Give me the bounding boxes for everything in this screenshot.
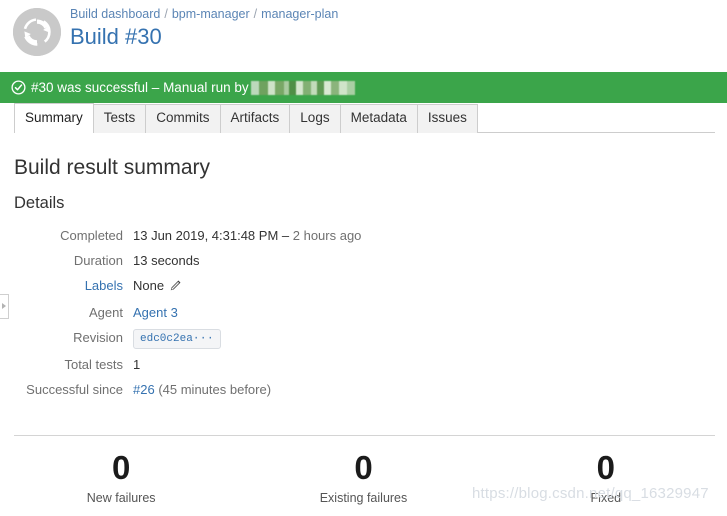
breadcrumb-item-bpm-manager[interactable]: bpm-manager (172, 7, 250, 21)
tab-logs[interactable]: Logs (289, 104, 341, 133)
tab-tests[interactable]: Tests (92, 104, 147, 133)
stat-value-new-failures: 0 (111, 449, 131, 486)
build-status-banner: #30 was successful – Manual run by (0, 72, 727, 103)
detail-value-successful-since: #26 (45 minutes before) (133, 381, 271, 399)
successful-since-suffix: (45 minutes before) (158, 382, 272, 397)
stat-new-failures: 0 New failures (0, 449, 242, 506)
tab-commits[interactable]: Commits (145, 104, 221, 133)
detail-value-total-tests: 1 (133, 357, 141, 372)
detail-label-labels[interactable]: Labels (0, 277, 133, 295)
redacted-username (250, 81, 355, 95)
stat-value-fixed: 0 (596, 449, 615, 486)
build-status-text: #30 was successful – Manual run by (31, 80, 355, 95)
check-circle-icon (11, 80, 26, 95)
section-divider (14, 435, 715, 436)
detail-label-total-tests: Total tests (64, 357, 123, 372)
revision-badge[interactable]: edc0c2ea··· (133, 329, 222, 349)
stat-label-existing-failures: Existing failures (319, 491, 408, 505)
detail-label-completed: Completed (60, 228, 123, 243)
detail-value-agent: Agent 3 (133, 304, 178, 322)
breadcrumb-item-build-dashboard[interactable]: Build dashboard (70, 7, 160, 21)
build-result-summary-heading: Build result summary (14, 156, 211, 179)
tab-metadata[interactable]: Metadata (339, 104, 418, 133)
agent-link[interactable]: Agent 3 (133, 305, 178, 320)
page-header: Build dashboard / bpm-manager / manager-plan… (0, 0, 727, 68)
detail-row-revision: Revision edc0c2ea··· (0, 329, 727, 349)
page-title: Build #30 (70, 24, 162, 49)
detail-row-labels: Labels None (0, 277, 727, 297)
tabs-list: Summary Tests Commits Artifacts Logs Met… (14, 103, 478, 133)
build-sync-icon (13, 8, 61, 56)
stat-fixed: 0 Fixed (485, 449, 727, 506)
revision-hash: edc0c2ea (140, 333, 193, 345)
detail-row-successful-since: Successful since #26 (45 minutes before) (0, 381, 727, 399)
tab-artifacts[interactable]: Artifacts (219, 104, 291, 133)
tab-issues[interactable]: Issues (416, 104, 478, 133)
stat-existing-failures: 0 Existing failures (242, 449, 484, 506)
detail-value-labels: None (133, 277, 182, 297)
detail-label-revision: Revision (73, 330, 123, 345)
detail-value-duration: 13 seconds (133, 253, 200, 268)
breadcrumb-separator: / (253, 7, 258, 21)
build-tabs: Summary Tests Commits Artifacts Logs Met… (0, 103, 727, 133)
details-heading: Details (14, 194, 65, 212)
detail-label-agent: Agent (89, 305, 123, 320)
header-text-block: Build dashboard / bpm-manager / manager-plan… (70, 6, 338, 51)
revision-ellipsis: ··· (192, 333, 215, 345)
breadcrumb: Build dashboard / bpm-manager / manager-plan (70, 6, 338, 22)
main-content: Build result summary Details Completed 1… (0, 133, 727, 505)
breadcrumb-separator: / (164, 7, 168, 21)
labels-value: None (133, 278, 165, 293)
stat-value-existing-failures: 0 (354, 449, 373, 486)
detail-value-revision: edc0c2ea··· (133, 329, 222, 349)
test-stats: 0 New failures 0 Existing failures 0 Fix… (0, 449, 727, 506)
detail-row-total-tests: Total tests 1 (0, 356, 727, 374)
detail-row-completed: Completed 13 Jun 2019, 4:31:48 PM – 2 ho… (0, 227, 727, 245)
detail-value-completed: 13 Jun 2019, 4:31:48 PM – 2 hours ago (133, 227, 361, 245)
build-status-message: #30 was successful – Manual run by (31, 80, 249, 95)
tab-summary[interactable]: Summary (14, 103, 94, 133)
completed-timestamp: 13 Jun 2019, 4:31:48 PM – (133, 228, 290, 243)
detail-row-agent: Agent Agent 3 (0, 304, 727, 322)
details-list: Completed 13 Jun 2019, 4:31:48 PM – 2 ho… (0, 227, 727, 399)
completed-relative-time: 2 hours ago (292, 228, 362, 243)
breadcrumb-item-manager-plan[interactable]: manager-plan (261, 7, 338, 21)
stat-label-fixed: Fixed (590, 491, 622, 505)
detail-label-successful-since: Successful since (26, 382, 123, 397)
stat-label-new-failures: New failures (86, 491, 156, 505)
detail-row-duration: Duration 13 seconds (0, 252, 727, 270)
pencil-icon[interactable] (169, 279, 182, 297)
detail-label-duration: Duration (73, 253, 123, 268)
successful-since-build-link[interactable]: #26 (133, 382, 155, 397)
